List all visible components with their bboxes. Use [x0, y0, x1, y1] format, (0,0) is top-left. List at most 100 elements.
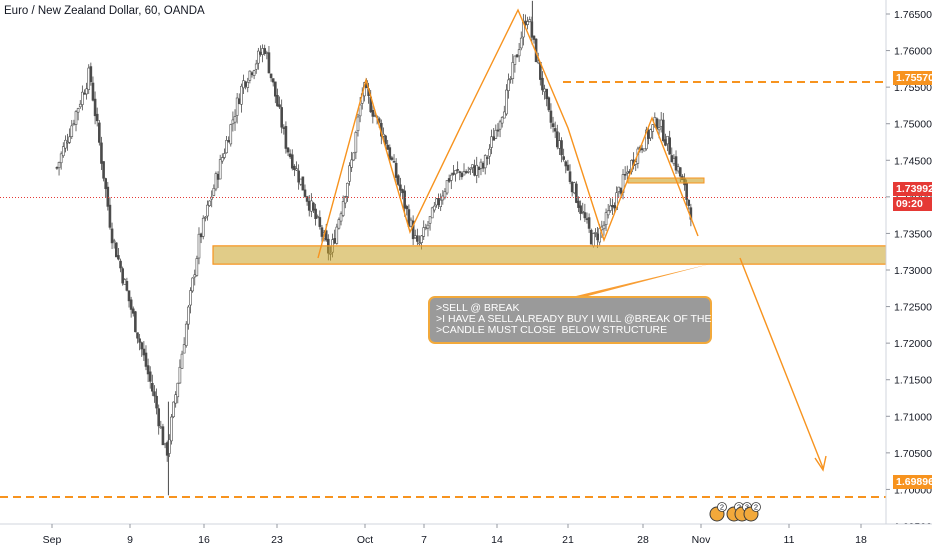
candle-body [583, 212, 587, 219]
candle-body [613, 205, 616, 209]
price-chart[interactable]: 1.765001.760001.755001.750001.745001.740… [0, 0, 932, 550]
candle-body [352, 152, 356, 161]
candle-body [320, 227, 324, 237]
candle-body [265, 52, 269, 54]
candle-body [511, 62, 515, 79]
candle-body [136, 332, 139, 339]
candle-body [157, 408, 160, 427]
price-tick-label: 1.72500 [894, 302, 932, 314]
candle-body [666, 135, 669, 145]
candle-body [282, 127, 286, 129]
candle-body [310, 200, 313, 212]
candle-body [341, 201, 345, 216]
candle-body [123, 279, 127, 285]
candle-body [409, 219, 413, 227]
candle-body [350, 159, 353, 168]
candle-body [195, 258, 199, 276]
projection-arrow [739, 257, 824, 469]
candle-body [386, 144, 389, 150]
candle-body [229, 124, 233, 145]
candle-body [672, 158, 676, 164]
candle-body [585, 218, 589, 220]
candle-body [125, 281, 129, 291]
callout-pointer [576, 264, 710, 296]
candle-body [496, 129, 500, 132]
candle-body [267, 52, 271, 74]
candle-body [138, 338, 141, 343]
candle-body [299, 178, 303, 185]
candle-body [59, 153, 63, 164]
candle-body [335, 226, 339, 244]
candle-body [303, 189, 307, 197]
candle-body [462, 171, 466, 176]
candle-body [456, 169, 459, 171]
candle-body [572, 182, 576, 194]
candle-body [161, 426, 165, 446]
candle-body [536, 60, 540, 64]
candle-body [106, 186, 110, 207]
time-axis[interactable]: Sep 9 16 23 Oct 7 14 21 28 Nov 11 18 [0, 523, 932, 550]
time-tick-label: 9 [127, 534, 133, 546]
candle-body [494, 129, 498, 139]
symbol-title: Euro / New Zealand Dollar, 60, OANDA [4, 5, 205, 17]
candle-body [420, 235, 423, 243]
candle-body [435, 198, 438, 206]
price-tick-label: 1.73000 [894, 265, 932, 277]
candle-body [240, 85, 243, 105]
candle-body [424, 227, 428, 230]
candle-body [140, 342, 144, 350]
candle-body [659, 119, 663, 127]
candle-body [184, 323, 188, 346]
candle-body [426, 224, 430, 229]
candle-body [483, 155, 487, 169]
candle-body [153, 391, 156, 397]
candle-body [587, 217, 591, 229]
candle-body [564, 161, 568, 167]
candle-body [517, 49, 521, 57]
candle-body [261, 48, 264, 55]
event-count-label: 2 [754, 503, 758, 512]
candle-body [316, 216, 320, 218]
candle-body [174, 394, 177, 404]
candle-body [676, 166, 680, 172]
time-tick-label: 18 [855, 534, 867, 546]
candle-body [602, 224, 606, 230]
candle-body [57, 162, 61, 169]
candle-body [509, 78, 512, 80]
candle-body [498, 121, 502, 130]
candle-body [469, 167, 472, 170]
price-tick-label: 1.70500 [894, 448, 932, 460]
candle-body [581, 211, 585, 213]
candle-body [87, 67, 91, 90]
candle-body [72, 123, 76, 126]
candle-body [286, 147, 290, 153]
candle-body [445, 180, 449, 194]
candle-body [121, 268, 124, 284]
candle-body [70, 125, 74, 137]
candle-body [314, 208, 317, 219]
annotation-note[interactable]: >SELL @ BREAK >I HAVE A SELL ALREADY BUY… [428, 296, 747, 344]
time-tick-label: Oct [357, 534, 373, 546]
candle-body [553, 128, 557, 132]
time-tick-label: 14 [491, 534, 503, 546]
candle-body [218, 159, 222, 180]
candle-body [61, 146, 65, 157]
candle-body [212, 187, 216, 196]
candle-body [640, 148, 644, 150]
candle-body [416, 235, 419, 242]
candle-body [449, 174, 453, 181]
candle-body [64, 139, 67, 149]
candle-body [76, 108, 80, 113]
candle-body [606, 210, 610, 216]
candle-body [197, 233, 201, 259]
candle-body [225, 140, 228, 154]
candle-body [617, 186, 621, 192]
candle-body [458, 171, 462, 173]
candle-body [551, 123, 555, 128]
mini-zone [627, 177, 705, 184]
candle-body [594, 232, 597, 234]
candle-body [248, 70, 252, 81]
candle-body [437, 197, 440, 206]
event-markers[interactable]: 2232 [709, 502, 761, 522]
annotation-line: >CANDLE MUST CLOSE BELOW STRUCTURE [436, 324, 668, 336]
